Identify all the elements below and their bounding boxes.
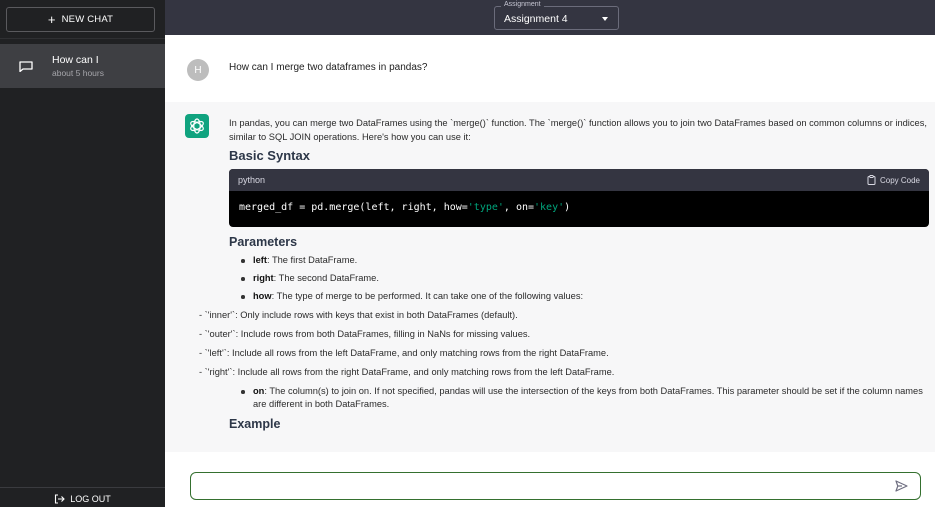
heading-parameters: Parameters <box>229 235 298 249</box>
assignment-select[interactable]: Assignment Assignment 4 <box>494 1 619 30</box>
user-message-text: How can I merge two dataframes in pandas… <box>229 62 428 73</box>
code-text: , on= <box>503 202 535 213</box>
how-value-item: - `'inner'`: Only include rows with keys… <box>199 310 518 320</box>
param-name: how <box>253 291 272 301</box>
logout-label: LOG OUT <box>70 493 111 504</box>
param-item: left: The first DataFrame. <box>229 254 929 267</box>
heading-example: Example <box>229 417 281 431</box>
logout-button[interactable]: LOG OUT <box>0 490 165 507</box>
caret-down-icon <box>602 17 608 21</box>
param-desc: : The second DataFrame. <box>273 273 379 283</box>
user-message: H How can I merge two dataframes in pand… <box>165 35 935 102</box>
how-value-item: - `'outer'`: Include rows from both Data… <box>199 329 531 339</box>
param-item: on: The column(s) to join on. If not spe… <box>229 385 929 411</box>
plus-icon: + <box>47 12 56 27</box>
copy-code-button[interactable]: Copy Code <box>867 175 920 185</box>
code-line: merged_df = pd.merge(left, right, how='t… <box>229 191 929 224</box>
code-string: 'key' <box>534 202 565 213</box>
logout-icon <box>55 493 66 504</box>
top-bar: Assignment Assignment 4 <box>165 0 935 35</box>
input-area <box>165 452 935 507</box>
chat-title: How can I <box>52 54 99 66</box>
param-desc: : The column(s) to join on. If not speci… <box>253 386 923 409</box>
heading-basic-syntax: Basic Syntax <box>229 148 310 163</box>
code-text: ) <box>564 202 571 213</box>
chat-bubble-icon <box>19 60 33 72</box>
param-name: right <box>253 273 274 283</box>
user-avatar: H <box>187 59 209 81</box>
assistant-message: In pandas, you can merge two DataFrames … <box>165 102 935 452</box>
sidebar-chat-item[interactable]: How can I about 5 hours <box>0 44 165 88</box>
copy-code-label: Copy Code <box>879 175 920 185</box>
sidebar: + NEW CHAT How can I about 5 hours LOG O… <box>0 0 165 507</box>
clipboard-icon <box>867 175 876 185</box>
openai-logo-icon <box>185 114 209 138</box>
code-language: python <box>238 175 266 185</box>
how-value-item: - `'left'`: Include all rows from the le… <box>199 348 609 358</box>
conversation[interactable]: H How can I merge two dataframes in pand… <box>165 35 935 452</box>
send-icon[interactable] <box>895 480 908 492</box>
message-input[interactable] <box>201 473 881 497</box>
sidebar-divider <box>0 38 165 39</box>
code-header: python Copy Code <box>229 169 929 191</box>
code-text: merged_df = pd.merge(left, right, how= <box>239 202 468 213</box>
new-chat-label: NEW CHAT <box>61 14 114 25</box>
param-item: how: The type of merge to be performed. … <box>229 290 929 303</box>
assignment-label: Assignment <box>501 1 544 8</box>
param-item: right: The second DataFrame. <box>229 272 929 285</box>
code-string: 'type' <box>467 202 504 213</box>
code-block: python Copy Code merged_df = pd.merge(le… <box>229 169 929 227</box>
assignment-value: Assignment 4 <box>504 13 568 25</box>
message-input-box[interactable] <box>190 472 921 500</box>
new-chat-button[interactable]: + NEW CHAT <box>6 7 155 32</box>
param-name: on <box>253 386 265 396</box>
how-value-item: - `'right'`: Include all rows from the r… <box>199 367 615 377</box>
assistant-message-body: In pandas, you can merge two DataFrames … <box>199 116 929 431</box>
assistant-intro: In pandas, you can merge two DataFrames … <box>229 118 927 142</box>
param-desc: : The type of merge to be performed. It … <box>271 291 584 301</box>
param-desc: : The first DataFrame. <box>266 255 358 265</box>
param-name: left <box>253 255 267 265</box>
chat-time: about 5 hours <box>52 68 104 78</box>
sidebar-divider-bottom <box>0 487 165 488</box>
